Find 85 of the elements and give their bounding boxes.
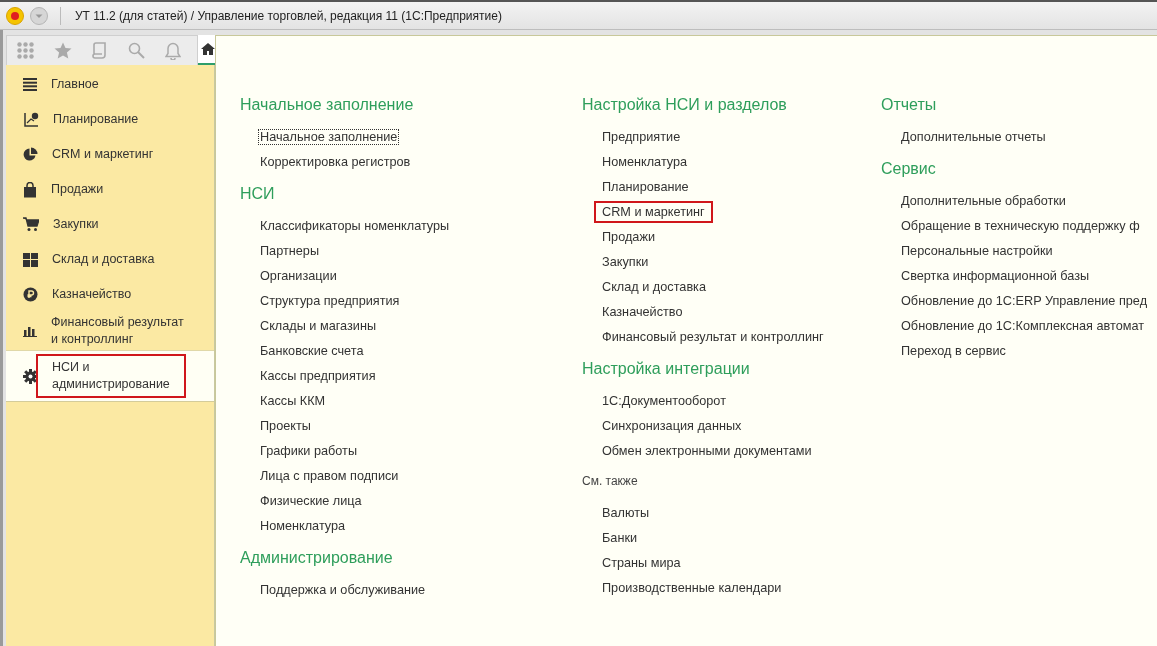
- menu-link[interactable]: Обмен электронными документами: [601, 443, 813, 458]
- menu-link[interactable]: Кассы ККМ: [259, 393, 327, 408]
- sidebar-item-label: Закупки: [53, 216, 99, 233]
- sidebar-item-label: Продажи: [51, 181, 104, 198]
- menu-link[interactable]: Банковские счета: [259, 343, 365, 358]
- menu-link[interactable]: Переход в сервис: [900, 343, 1007, 358]
- menu-link[interactable]: Партнеры: [259, 243, 320, 258]
- menu-link[interactable]: Начальное заполнение: [259, 129, 399, 144]
- sidebar-item-label: Главное: [51, 76, 99, 93]
- sidebar-item-label: НСИ и администрирование: [36, 354, 186, 398]
- sidebar-item[interactable]: НСИ и администрирование: [6, 350, 214, 402]
- sidebar-item[interactable]: Закупки: [6, 207, 214, 242]
- star-icon[interactable]: [54, 42, 72, 59]
- window-title: УТ 11.2 (для статей) / Управление торговлей, редакция 11 (1С:Предприятие): [75, 8, 502, 23]
- bar-chart-icon: [23, 325, 37, 337]
- menu-link[interactable]: Лица с правом подписи: [259, 468, 400, 483]
- menu-link[interactable]: Свертка информационной базы: [900, 268, 1091, 283]
- sidebar-item-label: Планирование: [53, 111, 139, 128]
- sidebar-item-label: Финансовый результат и контроллинг: [51, 314, 185, 348]
- sidebar-item-label: Склад и доставка: [52, 251, 155, 268]
- menu-link[interactable]: Организации: [259, 268, 338, 283]
- shopping-bag-icon: [23, 181, 37, 198]
- menu-link[interactable]: Дополнительные обработки: [900, 193, 1067, 208]
- bell-icon[interactable]: [165, 41, 181, 60]
- menu-link[interactable]: Поддержка и обслуживание: [259, 582, 427, 597]
- list-icon: [23, 78, 37, 91]
- menu-link[interactable]: Персональные настройки: [900, 243, 1054, 258]
- sidebar-item[interactable]: Главное: [6, 67, 214, 102]
- menu-link[interactable]: Страны мира: [601, 555, 682, 570]
- menu-link[interactable]: Физические лица: [259, 493, 363, 508]
- menu-link[interactable]: Предприятие: [601, 129, 682, 144]
- menu-link[interactable]: CRM и маркетинг: [594, 200, 713, 223]
- search-icon[interactable]: [128, 42, 145, 59]
- cart-icon: [23, 217, 39, 232]
- menu-link[interactable]: Обновление до 1С:Комплексная автомат: [900, 318, 1146, 333]
- sidebar-item[interactable]: Финансовый результат и контроллинг: [6, 312, 214, 350]
- sidebar-item[interactable]: CRM и маркетинг: [6, 137, 214, 172]
- ruble-coin-icon: [23, 287, 38, 302]
- menu-link[interactable]: Синхронизация данных: [601, 418, 743, 433]
- menu-link[interactable]: Номенклатура: [259, 518, 347, 533]
- menu-link[interactable]: Структура предприятия: [259, 293, 401, 308]
- menu-link[interactable]: Корректировка регистров: [259, 154, 412, 169]
- see-also-label: См. также: [582, 473, 639, 490]
- section-heading: Настройка интеграции: [582, 359, 751, 379]
- app-logo-icon: [6, 6, 24, 25]
- menu-link[interactable]: Обновление до 1С:ERP Управление пред: [900, 293, 1149, 308]
- menu-link[interactable]: Номенклатура: [601, 154, 689, 169]
- section-heading: Настройка НСИ и разделов: [582, 95, 788, 115]
- gear-icon: [23, 368, 38, 384]
- menu-link[interactable]: Дополнительные отчеты: [900, 129, 1047, 144]
- sidebar-item[interactable]: Казначейство: [6, 277, 214, 312]
- section-heading: НСИ: [240, 184, 276, 204]
- menu-link[interactable]: Казначейство: [601, 304, 684, 319]
- sidebar-item-label: CRM и маркетинг: [52, 146, 154, 163]
- apps-grid-icon[interactable]: [17, 42, 34, 59]
- grid-icon: [23, 252, 38, 267]
- section-heading: Начальное заполнение: [240, 95, 415, 115]
- section-heading: Администрирование: [240, 548, 394, 568]
- scroll-icon[interactable]: [92, 41, 108, 60]
- menu-link[interactable]: Кассы предприятия: [259, 368, 377, 383]
- menu-link[interactable]: Обращение в техническую поддержку ф: [900, 218, 1141, 233]
- section-heading: Отчеты: [881, 95, 938, 115]
- menu-link[interactable]: Валюты: [601, 505, 651, 520]
- sidebar-item[interactable]: Склад и доставка: [6, 242, 214, 277]
- menu-link[interactable]: Проекты: [259, 418, 312, 433]
- menu-link[interactable]: Производственные календари: [601, 580, 783, 595]
- home-tab[interactable]: [198, 35, 215, 65]
- sidebar-item[interactable]: Продажи: [6, 172, 214, 207]
- menu-dropdown-icon[interactable]: [30, 6, 48, 25]
- menu-link[interactable]: Планирование: [601, 179, 690, 194]
- chart-icon: [23, 111, 39, 128]
- sidebar-item-label: Казначейство: [52, 286, 132, 303]
- menu-link[interactable]: Закупки: [601, 254, 650, 269]
- menu-link[interactable]: Финансовый результат и контроллинг: [601, 329, 825, 344]
- home-icon: [201, 43, 215, 55]
- menu-link[interactable]: Склад и доставка: [601, 279, 707, 294]
- menu-link[interactable]: Банки: [601, 530, 639, 545]
- sidebar-item[interactable]: Планирование: [6, 102, 214, 137]
- section-heading: Сервис: [881, 159, 937, 179]
- menu-link[interactable]: 1С:Документооборот: [601, 393, 727, 408]
- menu-link[interactable]: Классификаторы номенклатуры: [259, 218, 451, 233]
- pie-chart-icon: [23, 147, 38, 162]
- menu-link[interactable]: Склады и магазины: [259, 318, 378, 333]
- menu-link[interactable]: Графики работы: [259, 443, 359, 458]
- menu-link[interactable]: Продажи: [601, 229, 656, 244]
